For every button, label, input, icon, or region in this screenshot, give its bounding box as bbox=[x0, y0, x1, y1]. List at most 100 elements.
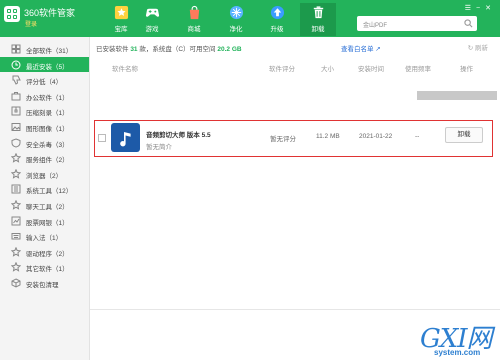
login-link[interactable]: 登录 bbox=[25, 19, 37, 28]
sidebar-item-label: 股票网银（1） bbox=[26, 219, 69, 227]
table-row[interactable]: 音频剪切大师 版本 5.5 暂无简介 暂无评分 11.2 MB 2021-01-… bbox=[94, 120, 493, 157]
refresh-button[interactable]: ↻ 刷新 bbox=[468, 42, 488, 52]
upgrade-arrow-icon bbox=[270, 5, 284, 20]
sidebar-item-office[interactable]: 办公软件（1） bbox=[0, 88, 89, 104]
nav-store[interactable]: 商城 bbox=[176, 3, 212, 36]
sidebar-item-security[interactable]: 安全杀毒（3） bbox=[0, 135, 89, 151]
col-size[interactable]: 大小 bbox=[321, 63, 334, 73]
menu-icon[interactable]: ☰ bbox=[465, 5, 476, 12]
top-header: 360软件管家 登录 宝库 游戏 商城 净化 升级 卸载 金山PDF ☰−✕ bbox=[0, 0, 500, 37]
nav-label: 卸载 bbox=[311, 26, 325, 33]
shopping-bag-icon bbox=[189, 5, 199, 20]
sidebar-item-system-tools[interactable]: 系统工具（12） bbox=[0, 181, 89, 197]
chart-icon bbox=[11, 216, 21, 226]
software-install-time: 2021-01-22 bbox=[359, 133, 393, 140]
whitelist-link[interactable]: 查看白名单 ↗ bbox=[341, 43, 381, 53]
sidebar-item-label: 最近安装（5） bbox=[26, 63, 69, 71]
free-space: 20.2 GB bbox=[217, 46, 242, 53]
music-note-icon bbox=[111, 123, 140, 152]
minimize-icon[interactable]: − bbox=[476, 5, 485, 12]
sidebar-item-package-cleanup[interactable]: 安装包清理 bbox=[0, 275, 89, 291]
col-use-freq[interactable]: 使用频率 bbox=[405, 63, 431, 73]
sidebar-item-other[interactable]: 其它软件（1） bbox=[0, 259, 89, 275]
nav-label: 升级 bbox=[270, 26, 284, 33]
sidebar-item-drivers[interactable]: 驱动程序（2） bbox=[0, 244, 89, 260]
nav-purify[interactable]: 净化 bbox=[218, 3, 254, 36]
sidebar-item-label: 安装包清理 bbox=[26, 281, 59, 289]
nav-games[interactable]: 游戏 bbox=[134, 3, 170, 36]
sidebar-item-label: 安全杀毒（3） bbox=[26, 141, 69, 149]
sidebar-item-chat[interactable]: 聊天工具（2） bbox=[0, 197, 89, 213]
sidebar-item-label: 全部软件（31） bbox=[26, 48, 73, 55]
sidebar-item-label: 评分低（4） bbox=[26, 79, 63, 87]
uninstall-button[interactable]: 卸载 bbox=[445, 127, 483, 143]
category-sidebar: 全部软件（31） 最近安装（5） 评分低（4） 办公软件（1） 压缩刻录（1） … bbox=[0, 37, 90, 360]
divider bbox=[90, 309, 500, 310]
col-rating[interactable]: 软件评分 bbox=[269, 63, 295, 73]
installed-count: 31 bbox=[130, 46, 138, 53]
sidebar-item-services[interactable]: 服务组件（2） bbox=[0, 150, 89, 166]
software-rating: 暂无评分 bbox=[270, 136, 296, 143]
col-install-time[interactable]: 安装时间 bbox=[358, 63, 384, 73]
sidebar-item-label: 压缩刻录（1） bbox=[26, 110, 69, 118]
nav-label: 净化 bbox=[229, 26, 243, 33]
thumb-down-icon bbox=[12, 75, 21, 85]
sidebar-item-label: 服务组件（2） bbox=[26, 157, 69, 165]
compress-icon bbox=[11, 106, 21, 116]
sidebar-item-graphics[interactable]: 图形图像（1） bbox=[0, 119, 89, 135]
window-controls: ☰−✕ bbox=[465, 4, 496, 12]
site-watermark: GXI网 system.com bbox=[420, 318, 500, 360]
briefcase-icon bbox=[11, 91, 21, 101]
nav-upgrade[interactable]: 升级 bbox=[259, 3, 295, 36]
keyboard-icon bbox=[11, 233, 21, 240]
app-logo-icon bbox=[4, 6, 20, 22]
watermark-site: system.com bbox=[434, 348, 481, 357]
row-checkbox[interactable] bbox=[98, 134, 106, 142]
col-name[interactable]: 软件名称 bbox=[112, 63, 138, 73]
star-icon bbox=[114, 5, 128, 20]
sidebar-item-stocks[interactable]: 股票网银（1） bbox=[0, 213, 89, 229]
sidebar-item-label: 其它软件（1） bbox=[26, 266, 69, 274]
nav-label: 游戏 bbox=[145, 26, 159, 33]
sidebar-item-label: 图形图像（1） bbox=[26, 125, 69, 133]
package-icon bbox=[11, 278, 21, 288]
sidebar-item-label: 驱动程序（2） bbox=[26, 250, 69, 258]
image-icon bbox=[11, 122, 21, 131]
sidebar-item-label: 浏览器（2） bbox=[26, 172, 63, 180]
clean-icon bbox=[229, 5, 243, 20]
software-name: 音频剪切大师 版本 5.5 bbox=[146, 132, 211, 139]
grid-icon bbox=[11, 44, 21, 54]
sidebar-item-input-method[interactable]: 输入法（1） bbox=[0, 228, 89, 244]
software-list-panel: 已安装软件 31 款，系统盘（C）可用空间 20.2 GB 查看白名单 ↗ ↻ … bbox=[90, 37, 500, 360]
sidebar-item-all[interactable]: 全部软件（31） bbox=[0, 41, 89, 57]
sidebar-item-label: 输入法（1） bbox=[26, 235, 63, 243]
software-use-freq: -- bbox=[415, 133, 420, 140]
col-action: 操作 bbox=[460, 66, 473, 73]
search-input[interactable]: 金山PDF bbox=[357, 16, 477, 31]
clock-icon bbox=[11, 60, 21, 70]
star-outline-icon bbox=[11, 168, 21, 179]
nav-uninstall[interactable]: 卸载 bbox=[300, 3, 336, 36]
refresh-icon: ↻ bbox=[467, 45, 474, 52]
sidebar-item-recent[interactable]: 最近安装（5） bbox=[0, 56, 89, 73]
sidebar-item-compress[interactable]: 压缩刻录（1） bbox=[0, 103, 89, 119]
sidebar-item-browser[interactable]: 浏览器（2） bbox=[0, 166, 89, 182]
sidebar-item-label: 系统工具（12） bbox=[26, 188, 73, 196]
nav-label: 商城 bbox=[187, 26, 201, 33]
software-size: 11.2 MB bbox=[316, 133, 340, 140]
sidebar-item-label: 聊天工具（2） bbox=[26, 203, 69, 211]
table-header: 软件名称 软件评分 大小 安装时间 使用频率 操作 bbox=[90, 59, 500, 73]
shield-icon bbox=[11, 138, 21, 148]
tooltip-placeholder-bar bbox=[417, 91, 497, 100]
star-outline-icon bbox=[11, 153, 21, 163]
sidebar-item-label: 办公软件（1） bbox=[26, 94, 69, 102]
star-outline-icon bbox=[11, 262, 21, 273]
software-desc: 暂无简介 bbox=[146, 144, 172, 151]
search-icon[interactable] bbox=[464, 19, 473, 28]
gamepad-icon bbox=[145, 8, 159, 17]
star-outline-icon bbox=[11, 199, 21, 210]
sidebar-item-low-rating[interactable]: 评分低（4） bbox=[0, 72, 89, 88]
brand-title: 360软件管家 bbox=[24, 8, 76, 18]
close-icon[interactable]: ✕ bbox=[485, 5, 496, 12]
search-placeholder: 金山PDF bbox=[363, 23, 388, 29]
